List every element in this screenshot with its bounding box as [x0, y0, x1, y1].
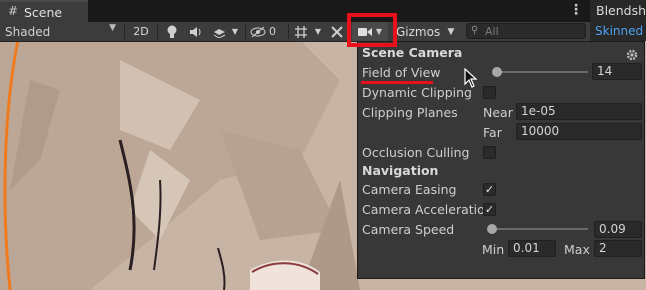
shading-mode-dropdown[interactable]: Shaded ▼ [0, 22, 122, 41]
camera-acceleration-checkbox[interactable]: ✓ [483, 203, 496, 216]
tab-bar: # Scene ⋮ Blendsha [0, 0, 646, 22]
effects-icon [213, 28, 225, 38]
field-of-view-input[interactable]: 14 [592, 63, 642, 80]
dynamic-clipping-label: Dynamic Clipping [362, 85, 472, 100]
checkmark-icon: ✓ [484, 203, 495, 216]
grid-icon [295, 25, 307, 38]
2d-mode-button[interactable]: 2D [128, 22, 154, 41]
right-panel-header: Skinned I [590, 22, 646, 41]
toolbar-divider [288, 24, 289, 39]
dynamic-clipping-checkbox[interactable] [483, 86, 496, 99]
max-label: Max [564, 242, 590, 257]
camera-speed-min-input[interactable]: 0.01 [508, 240, 556, 257]
lighting-toggle[interactable] [162, 22, 182, 41]
highlight-underline [361, 81, 433, 84]
occlusion-culling-label: Occlusion Culling [362, 145, 470, 160]
effects-toggle[interactable] [210, 22, 228, 41]
dropdown-arrow-icon: ▼ [447, 26, 455, 37]
occlusion-culling-checkbox[interactable] [483, 146, 496, 159]
hidden-count: 0 [269, 25, 276, 38]
far-clip-input[interactable]: 10000 [516, 123, 642, 140]
min-label: Min [482, 242, 505, 257]
tab-scene[interactable]: # Scene [0, 0, 88, 22]
search-input[interactable] [485, 24, 581, 38]
toolbar-divider [124, 24, 125, 39]
camera-speed-slider-handle[interactable] [487, 224, 497, 234]
audio-toggle[interactable] [186, 22, 206, 41]
camera-speed-label: Camera Speed [362, 222, 455, 237]
near-label: Near [483, 105, 513, 120]
more-options-icon[interactable]: ⋮ [569, 2, 583, 18]
audio-icon [190, 26, 201, 37]
field-of-view-label: Field of View [362, 65, 441, 80]
shading-mode-value: Shaded [5, 24, 51, 39]
camera-speed-slider[interactable] [493, 228, 588, 230]
tools-icon [331, 25, 343, 38]
toolbar-divider [245, 24, 246, 39]
toolbar-divider [157, 24, 158, 39]
skinned-mesh-link[interactable]: Skinned I [595, 24, 646, 38]
camera-easing-checkbox[interactable]: ✓ [483, 183, 496, 196]
tab-blendshape-label: Blendsha [596, 3, 646, 18]
highlight-box [347, 13, 397, 47]
dropdown-arrow-icon: ▼ [314, 27, 322, 36]
clipping-planes-label: Clipping Planes [362, 105, 458, 120]
gear-icon[interactable] [626, 49, 638, 61]
checkmark-icon: ✓ [484, 183, 495, 196]
gizmos-button[interactable]: Gizmos [394, 22, 440, 41]
tools-toggle[interactable] [328, 22, 346, 41]
scene-visibility-icon [250, 26, 266, 37]
gizmos-dropdown[interactable]: ▼ [444, 22, 458, 41]
lightbulb-icon [167, 25, 177, 38]
grid-toggle[interactable] [291, 22, 311, 41]
field-of-view-slider-handle[interactable] [492, 67, 502, 77]
field-of-view-slider[interactable] [493, 71, 588, 73]
camera-acceleration-label: Camera Acceleration [362, 202, 493, 217]
hierarchy-search-field[interactable]: ⚲ [466, 23, 586, 39]
tab-scene-label: Scene [24, 5, 63, 20]
dropdown-arrow-icon: ▼ [109, 23, 116, 33]
mouse-cursor-icon [464, 68, 478, 88]
hash-grid-icon: # [8, 4, 19, 18]
scene-camera-panel: Scene Camera Field of View 14 Dynamic Cl… [357, 41, 645, 279]
dropdown-arrow-icon: ▼ [231, 27, 239, 36]
tab-blendshape[interactable]: Blendsha [590, 0, 646, 22]
camera-speed-max-input[interactable]: 2 [594, 240, 642, 257]
near-clip-input[interactable]: 1e-05 [516, 103, 642, 120]
grid-dropdown[interactable]: ▼ [312, 22, 324, 41]
scene-camera-title: Scene Camera [362, 45, 463, 60]
search-icon: ⚲ [471, 25, 479, 36]
scene-visibility-toggle[interactable]: 0 [250, 22, 286, 41]
far-label: Far [483, 125, 502, 140]
effects-dropdown[interactable]: ▼ [229, 22, 241, 41]
camera-easing-label: Camera Easing [362, 182, 457, 197]
camera-speed-input[interactable]: 0.09 [594, 221, 642, 238]
navigation-title: Navigation [362, 163, 439, 178]
